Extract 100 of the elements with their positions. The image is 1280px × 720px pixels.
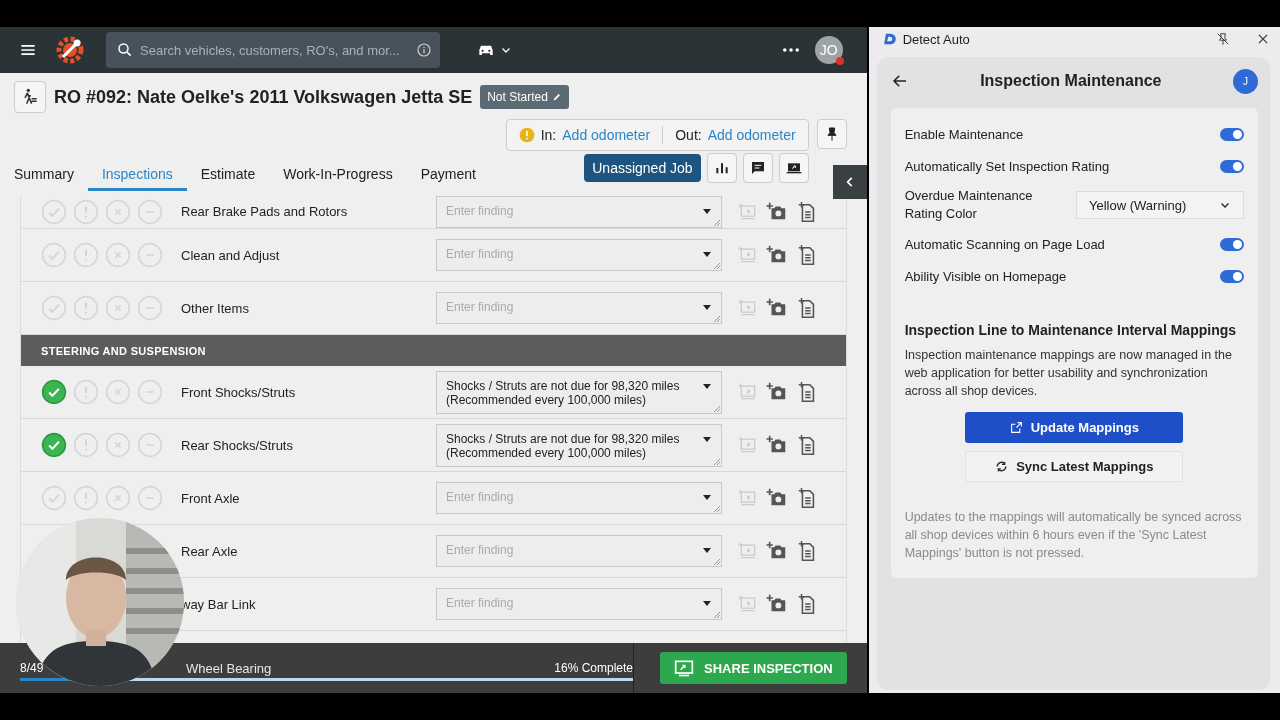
check-circle-icon[interactable] — [41, 379, 67, 405]
odometer-in-label: In: — [540, 127, 557, 143]
warning-icon — [518, 127, 535, 143]
section-title: Inspection Line to Maintenance Interval Mappings — [904, 322, 1238, 338]
dropdown-caret-icon — [703, 495, 711, 500]
video-add-icon — [738, 245, 758, 265]
add-odometer-link[interactable]: Add odometer — [707, 127, 796, 143]
item-label: Front Axle — [181, 490, 241, 506]
odometer-out-label: Out: — [675, 127, 702, 143]
tab[interactable]: Inspections — [87, 162, 187, 191]
user-avatar[interactable]: JO — [814, 36, 843, 64]
dropdown-caret-icon — [703, 383, 711, 389]
dropdown-caret-icon — [703, 252, 711, 257]
finding-field[interactable]: Shocks / Struts are not due for 98,320 miles (Recommended every 100,000 miles) — [436, 370, 722, 414]
setting-label: Ability Visible on Homepage — [904, 268, 1067, 284]
setting-label: Enable Maintenance — [904, 126, 1024, 142]
finding-field[interactable]: Shocks / Struts are not due for 98,320 miles (Recommended every 100,000 miles) — [436, 423, 722, 467]
screen-share-button[interactable] — [778, 153, 809, 183]
video-add-icon — [738, 594, 758, 614]
update-mappings-button[interactable]: Update Mappings — [965, 412, 1184, 443]
video-add-icon — [738, 488, 758, 508]
exclamation-circle-icon[interactable] — [73, 198, 99, 225]
item-label: Wheel Bearing — [186, 660, 273, 676]
collapse-button[interactable] — [832, 165, 867, 199]
video-add-icon — [738, 298, 758, 318]
x-circle-icon[interactable] — [105, 432, 131, 458]
status-badge[interactable]: Not Started — [480, 85, 569, 109]
search-icon — [116, 41, 134, 59]
add-odometer-link[interactable]: Add odometer — [562, 127, 651, 143]
tab[interactable]: Work-In-Progress — [269, 162, 407, 191]
item-label: Rear Axle — [181, 543, 239, 559]
dropdown-caret-icon — [703, 208, 711, 214]
minus-circle-icon[interactable] — [137, 379, 163, 405]
toggle-switch[interactable] — [1220, 269, 1244, 283]
search-field[interactable]: Search vehicles, customers, RO's, and mor... — [106, 32, 440, 68]
comment-button[interactable] — [742, 153, 773, 183]
exclamation-circle-icon[interactable] — [73, 242, 99, 268]
exclamation-circle-icon[interactable] — [73, 485, 99, 511]
chart-button[interactable] — [706, 153, 737, 183]
color-select[interactable]: Yellow (Warning) — [1076, 191, 1244, 219]
bar-chart-icon — [713, 160, 730, 176]
tab[interactable]: Summary — [0, 162, 88, 191]
back-arrow-icon — [890, 72, 909, 90]
pencil-icon — [551, 92, 562, 102]
tab[interactable]: Payment — [406, 162, 490, 191]
item-label: Rear Shocks/Struts — [181, 437, 294, 453]
description-text: Inspection maintenance mappings are now managed in the web application for better usability and synchronization across all shop devices. — [904, 347, 1233, 400]
app-name: Detect Auto — [902, 31, 970, 47]
x-circle-icon[interactable] — [105, 485, 131, 511]
resize-grip-icon — [713, 505, 720, 512]
resize-grip-icon — [713, 315, 720, 322]
x-circle-icon[interactable] — [105, 242, 131, 268]
resize-grip-icon — [713, 457, 720, 465]
minus-circle-icon[interactable] — [137, 198, 163, 225]
minus-circle-icon[interactable] — [137, 295, 163, 321]
share-inspection-button[interactable]: SHARE INSPECTION — [660, 652, 847, 684]
resize-grip-icon — [713, 558, 720, 565]
section-header: STEERING AND SUSPENSION — [21, 335, 846, 366]
unassigned-job-button[interactable]: Unassigned Job — [584, 154, 701, 182]
x-circle-icon[interactable] — [105, 379, 131, 405]
external-link-icon — [1009, 421, 1023, 434]
exclamation-circle-icon[interactable] — [73, 432, 99, 458]
video-add-icon — [738, 382, 758, 402]
resize-grip-icon — [713, 218, 720, 226]
close-icon — [1256, 32, 1270, 46]
percent-complete: 16% Complete — [554, 661, 633, 675]
item-label: Front Shocks/Struts — [181, 384, 297, 400]
user-avatar[interactable]: J — [1233, 68, 1258, 94]
x-circle-icon[interactable] — [105, 295, 131, 321]
resize-grip-icon — [713, 404, 720, 412]
pin-button[interactable] — [816, 119, 847, 149]
tab[interactable]: Estimate — [186, 162, 270, 191]
toggle-switch[interactable] — [1220, 159, 1244, 173]
check-circle-icon[interactable] — [41, 432, 67, 458]
item-label: Clean and Adjust — [181, 247, 281, 263]
x-circle-icon[interactable] — [105, 198, 131, 225]
toggle-switch[interactable] — [1220, 127, 1244, 141]
app-logo-icon — [882, 32, 897, 46]
item-label: Other Items — [181, 300, 250, 316]
toggle-switch[interactable] — [1220, 237, 1244, 251]
comment-icon — [749, 160, 766, 176]
dropdown-caret-icon — [703, 601, 711, 606]
info-icon — [416, 42, 432, 58]
panel-title: Inspection Maintenance — [980, 72, 1162, 90]
exclamation-circle-icon[interactable] — [73, 379, 99, 405]
dropdown-caret-icon — [703, 548, 711, 553]
video-add-icon — [738, 435, 758, 455]
walk-in-button[interactable] — [14, 81, 46, 113]
sync-note: Updates to the mappings will automatically be synced across all shop devices within 6 hours even if the 'Sync Latest Mappings' button is not pressed. — [904, 509, 1243, 562]
exclamation-circle-icon[interactable] — [73, 295, 99, 321]
dropdown-caret-icon — [703, 436, 711, 442]
minus-circle-icon[interactable] — [137, 242, 163, 268]
item-count: 8/49 — [20, 661, 45, 675]
unpin-icon — [1216, 32, 1230, 46]
setting-label: Automatically Set Inspection Rating — [904, 158, 1110, 174]
minus-circle-icon[interactable] — [137, 485, 163, 511]
refresh-icon — [995, 460, 1009, 473]
minus-circle-icon[interactable] — [137, 432, 163, 458]
sync-mappings-button[interactable]: Sync Latest Mappings — [965, 451, 1184, 482]
more-icon — [782, 48, 799, 52]
